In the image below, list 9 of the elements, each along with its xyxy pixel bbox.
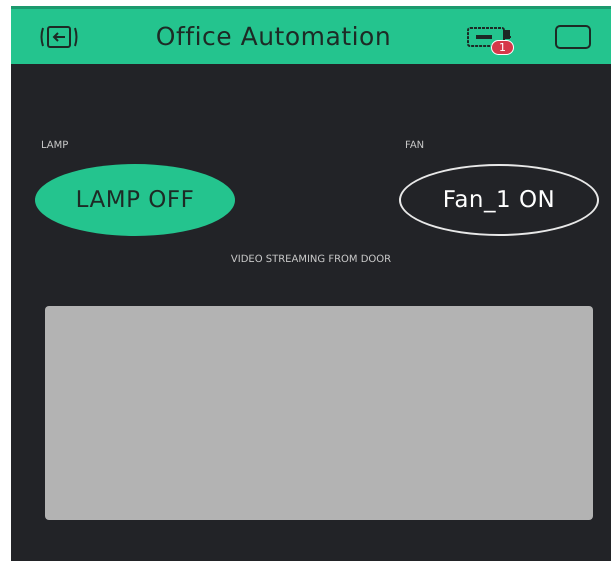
- logout-icon[interactable]: [38, 24, 80, 50]
- toggle-button[interactable]: Fan_1 ON: [399, 164, 599, 236]
- toggle-button[interactable]: LAMP OFF: [35, 164, 235, 236]
- notification-badge: 1: [491, 40, 514, 54]
- app-title: Office Automation: [154, 22, 392, 51]
- widget-label: LAMP: [40, 140, 70, 151]
- widget-label: FAN: [404, 140, 426, 151]
- square-icon[interactable]: [555, 24, 591, 48]
- widget-label: VIDEO STREAMING FROM DOOR: [230, 254, 392, 265]
